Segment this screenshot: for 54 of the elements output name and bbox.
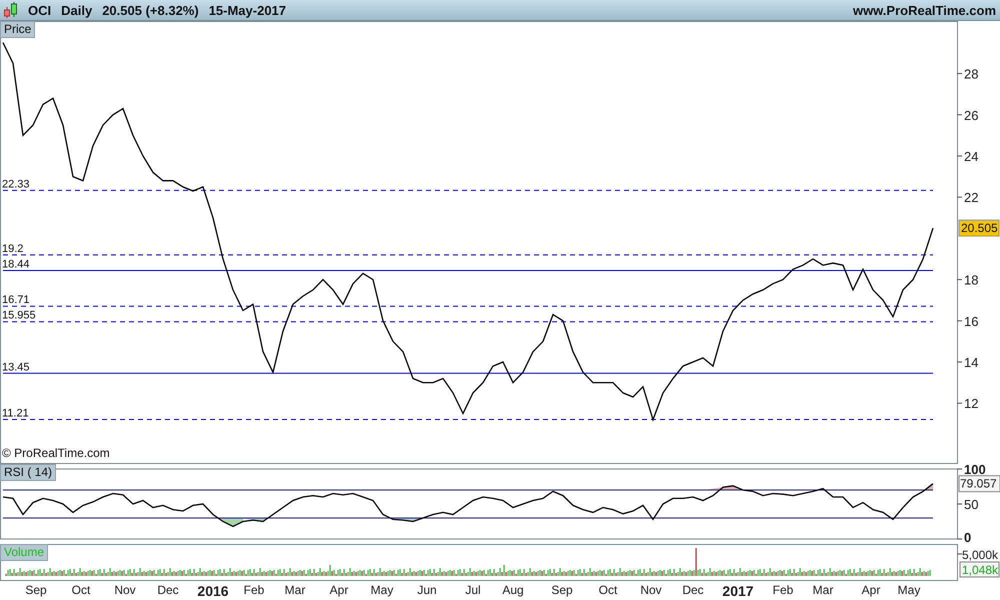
axis-tick-label: 16 — [964, 314, 978, 329]
last-volume-badge: 1,048k — [960, 562, 1000, 578]
axis-tick-label: 18 — [964, 272, 978, 288]
level-label: 18.44 — [2, 258, 30, 271]
axis-tick-label: 100 — [964, 464, 986, 477]
level-label: 13.45 — [2, 361, 30, 374]
time-axis-label: Oct — [72, 583, 90, 597]
level-label: 11.21 — [2, 408, 29, 420]
axis-tick-label: 5,000k — [962, 548, 998, 562]
time-axis-label: Dec — [157, 583, 179, 597]
time-axis-label: Oct — [598, 583, 618, 597]
time-axis-label: May — [898, 583, 920, 597]
time-axis-label: Apr — [862, 583, 880, 597]
axis-tick-label: 28 — [964, 66, 978, 82]
time-axis-label: Apr — [330, 583, 348, 597]
time-axis-label: Dec — [682, 583, 704, 597]
time-axis-label: Nov — [640, 583, 662, 597]
time-axis-label: Aug — [502, 583, 524, 597]
axis-tick-label: 14 — [964, 355, 978, 370]
time-axis-label: 2016 — [197, 583, 229, 599]
level-label: 19.2 — [2, 242, 24, 255]
level-label: 15.955 — [2, 310, 36, 322]
time-axis-label: Sep — [25, 583, 47, 597]
candlestick-icon — [4, 2, 18, 18]
overbought-area — [924, 484, 933, 490]
panel-label: Price — [0, 21, 36, 38]
level-label: 22.33 — [2, 178, 30, 190]
last-price-badge: 20.505 — [958, 220, 1000, 237]
time-axis-label: Sep — [551, 583, 573, 597]
axis-tick-label: 12 — [964, 396, 978, 412]
panel-label: Volume — [0, 544, 48, 561]
time-axis-label: Jun — [417, 583, 437, 597]
ticker-symbol: OCI — [28, 2, 52, 18]
copyright-text: © ProRealTime.com — [2, 446, 110, 460]
time-axis-label: Mar — [284, 583, 306, 597]
period-label: Daily — [61, 2, 92, 18]
axis-tick-label: 24 — [964, 148, 978, 164]
time-axis-label: Mar — [812, 583, 834, 597]
time-axis-label: Feb — [772, 583, 794, 597]
time-axis-label: Nov — [114, 583, 136, 597]
last-rsi-badge: 79.057 — [958, 475, 1000, 492]
site-url: www.ProRealTime.com — [852, 2, 996, 18]
time-axis-label: 2017 — [722, 583, 754, 599]
axis-tick-label: 22 — [964, 190, 978, 206]
time-axis-label: Feb — [244, 583, 264, 597]
time-axis-label: Jul — [465, 583, 481, 597]
date-text: 15-May-2017 — [208, 2, 286, 18]
axis-tick-label: 26 — [964, 108, 978, 123]
time-axis-label: May — [370, 583, 394, 597]
axis-tick-label: 0 — [964, 530, 972, 544]
panel-label: RSI ( 14) — [0, 464, 56, 481]
axis-tick-label: 50 — [964, 497, 978, 512]
quote-text: 20.505 (+8.32%) — [102, 2, 199, 18]
level-label: 16.71 — [2, 294, 30, 306]
